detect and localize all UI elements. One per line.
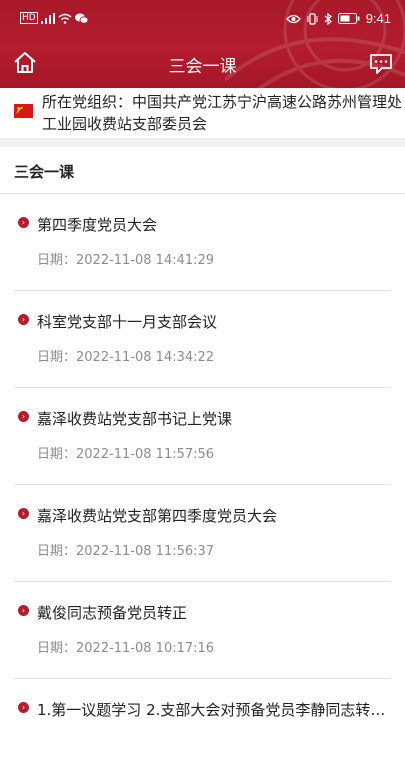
wechat-icon — [74, 13, 88, 24]
chevron-right-icon: › — [18, 508, 29, 519]
item-title: 第四季度党员大会 — [37, 216, 158, 234]
status-right: 9:41 — [285, 11, 391, 26]
section-header: 三会一课 — [0, 147, 405, 194]
item-date: 日期：2022-11-08 11:56:37 — [37, 544, 215, 559]
item-title: 嘉泽收费站党支部第四季度党员大会 — [37, 507, 278, 525]
item-date: 日期：2022-11-08 11:57:56 — [37, 447, 215, 462]
bluetooth-icon — [324, 12, 332, 25]
vibrate-icon — [307, 12, 318, 25]
app-header: HD 9:41 三会一课 — [0, 0, 405, 88]
item-title: 1.第一议题学习 2.支部大会对预备党员李静同志转… — [37, 701, 386, 719]
page-title: 三会一课 — [168, 57, 237, 77]
section-title: 三会一课 — [14, 163, 75, 181]
item-date: 日期：2022-11-08 14:34:22 — [37, 350, 215, 365]
battery-icon — [337, 13, 360, 24]
list-item[interactable]: › 第四季度党员大会 日期：2022-11-08 14:41:29 — [0, 194, 405, 291]
status-left: HD — [20, 12, 88, 24]
title-bar: 三会一课 — [0, 40, 405, 86]
list-item[interactable]: › 嘉泽收费站党支部第四季度党员大会 日期：2022-11-08 11:56:3… — [0, 485, 405, 582]
list-item[interactable]: › 1.第一议题学习 2.支部大会对预备党员李静同志转… — [0, 679, 405, 776]
message-icon[interactable] — [367, 49, 395, 77]
item-title: 戴俊同志预备党员转正 — [37, 604, 188, 622]
status-bar: HD 9:41 — [0, 0, 405, 40]
list-item[interactable]: › 科室党支部十一月支部会议 日期：2022-11-08 14:34:22 — [0, 291, 405, 388]
item-date: 日期：2022-11-08 10:17:16 — [37, 641, 215, 656]
chevron-right-icon: › — [18, 411, 29, 422]
eye-icon — [285, 14, 301, 23]
chevron-right-icon: › — [18, 702, 29, 713]
party-organization-banner: 所在党组织：中国共产党江苏宁沪高速公路苏州管理处工业园收费站支部委员会 — [0, 88, 405, 138]
chevron-right-icon: › — [18, 605, 29, 616]
chevron-right-icon: › — [18, 314, 29, 325]
chevron-right-icon: › — [18, 217, 29, 228]
divider-gap — [0, 138, 405, 147]
hd-label: HD — [20, 12, 38, 24]
item-date: 日期：2022-11-08 14:41:29 — [37, 253, 215, 268]
party-flag-icon — [14, 104, 33, 118]
party-organization-text: 所在党组织：中国共产党江苏宁沪高速公路苏州管理处工业园收费站支部委员会 — [42, 93, 403, 133]
clock: 9:41 — [365, 11, 391, 26]
signal-icon — [40, 12, 55, 24]
item-title: 科室党支部十一月支部会议 — [37, 313, 218, 331]
meeting-list: › 第四季度党员大会 日期：2022-11-08 14:41:29 › 科室党支… — [0, 194, 405, 776]
list-item[interactable]: › 戴俊同志预备党员转正 日期：2022-11-08 10:17:16 — [0, 582, 405, 679]
item-title: 嘉泽收费站党支部书记上党课 — [37, 410, 233, 428]
wifi-icon — [58, 13, 72, 24]
list-item[interactable]: › 嘉泽收费站党支部书记上党课 日期：2022-11-08 11:57:56 — [0, 388, 405, 485]
